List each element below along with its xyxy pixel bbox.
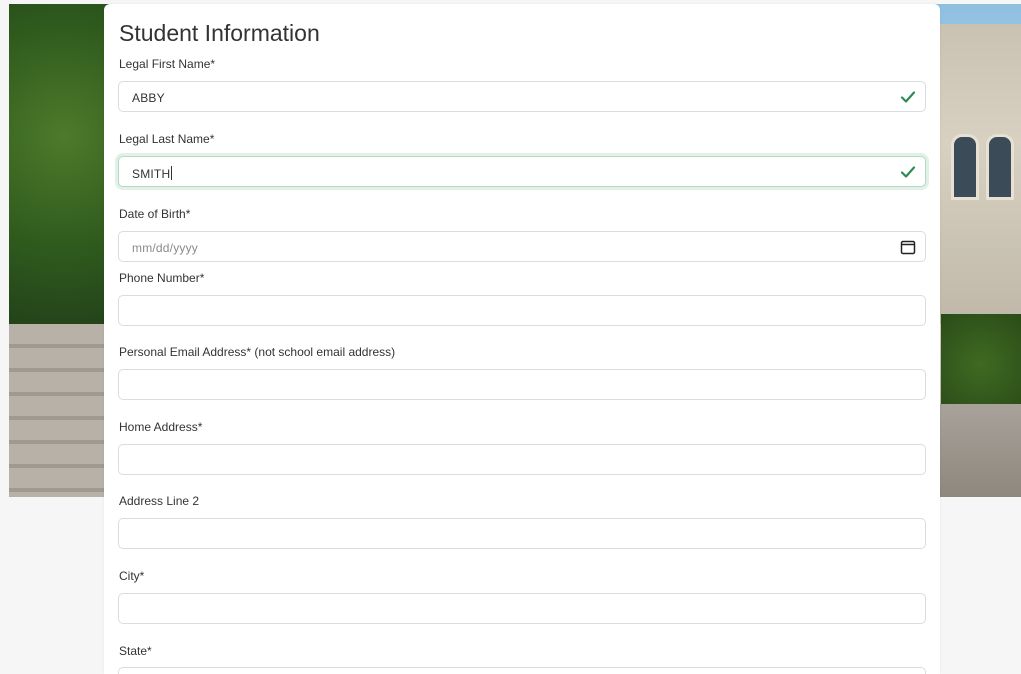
dob-label: Date of Birth* — [119, 207, 191, 221]
dob-placeholder: mm/dd/yyyy — [132, 241, 199, 255]
address-line2-label: Address Line 2 — [119, 494, 200, 508]
first-name-input[interactable]: ABBY — [118, 81, 926, 112]
last-name-label: Legal Last Name* — [119, 132, 215, 146]
stone-steps — [9, 324, 119, 497]
first-name-label: Legal First Name* — [119, 57, 216, 71]
building-window — [951, 134, 979, 200]
phone-input[interactable] — [118, 295, 926, 326]
building-window — [986, 134, 1014, 200]
student-info-form: Student Information Legal First Name* AB… — [104, 4, 940, 674]
stone-wall — [931, 404, 1021, 497]
city-input[interactable] — [118, 593, 926, 624]
first-name-value: ABBY — [132, 91, 165, 105]
check-icon — [900, 91, 916, 103]
home-address-input[interactable] — [118, 444, 926, 475]
calendar-icon[interactable] — [900, 239, 916, 255]
email-label: Personal Email Address* (not school emai… — [119, 345, 396, 359]
tree-right — [941, 314, 1021, 414]
state-select[interactable] — [118, 667, 926, 674]
state-label: State* — [119, 644, 152, 658]
tree-left — [9, 4, 119, 334]
last-name-value: SMITH — [132, 167, 171, 181]
city-label: City* — [119, 569, 145, 583]
check-icon — [900, 166, 916, 178]
form-title: Student Information — [119, 20, 320, 46]
email-input[interactable] — [118, 369, 926, 400]
text-caret — [171, 166, 173, 180]
dob-input[interactable]: mm/dd/yyyy — [118, 231, 926, 262]
address-line2-input[interactable] — [118, 518, 926, 549]
home-address-label: Home Address* — [119, 420, 203, 434]
phone-label: Phone Number* — [119, 271, 205, 285]
building — [931, 24, 1021, 324]
last-name-input[interactable]: SMITH — [118, 156, 926, 187]
